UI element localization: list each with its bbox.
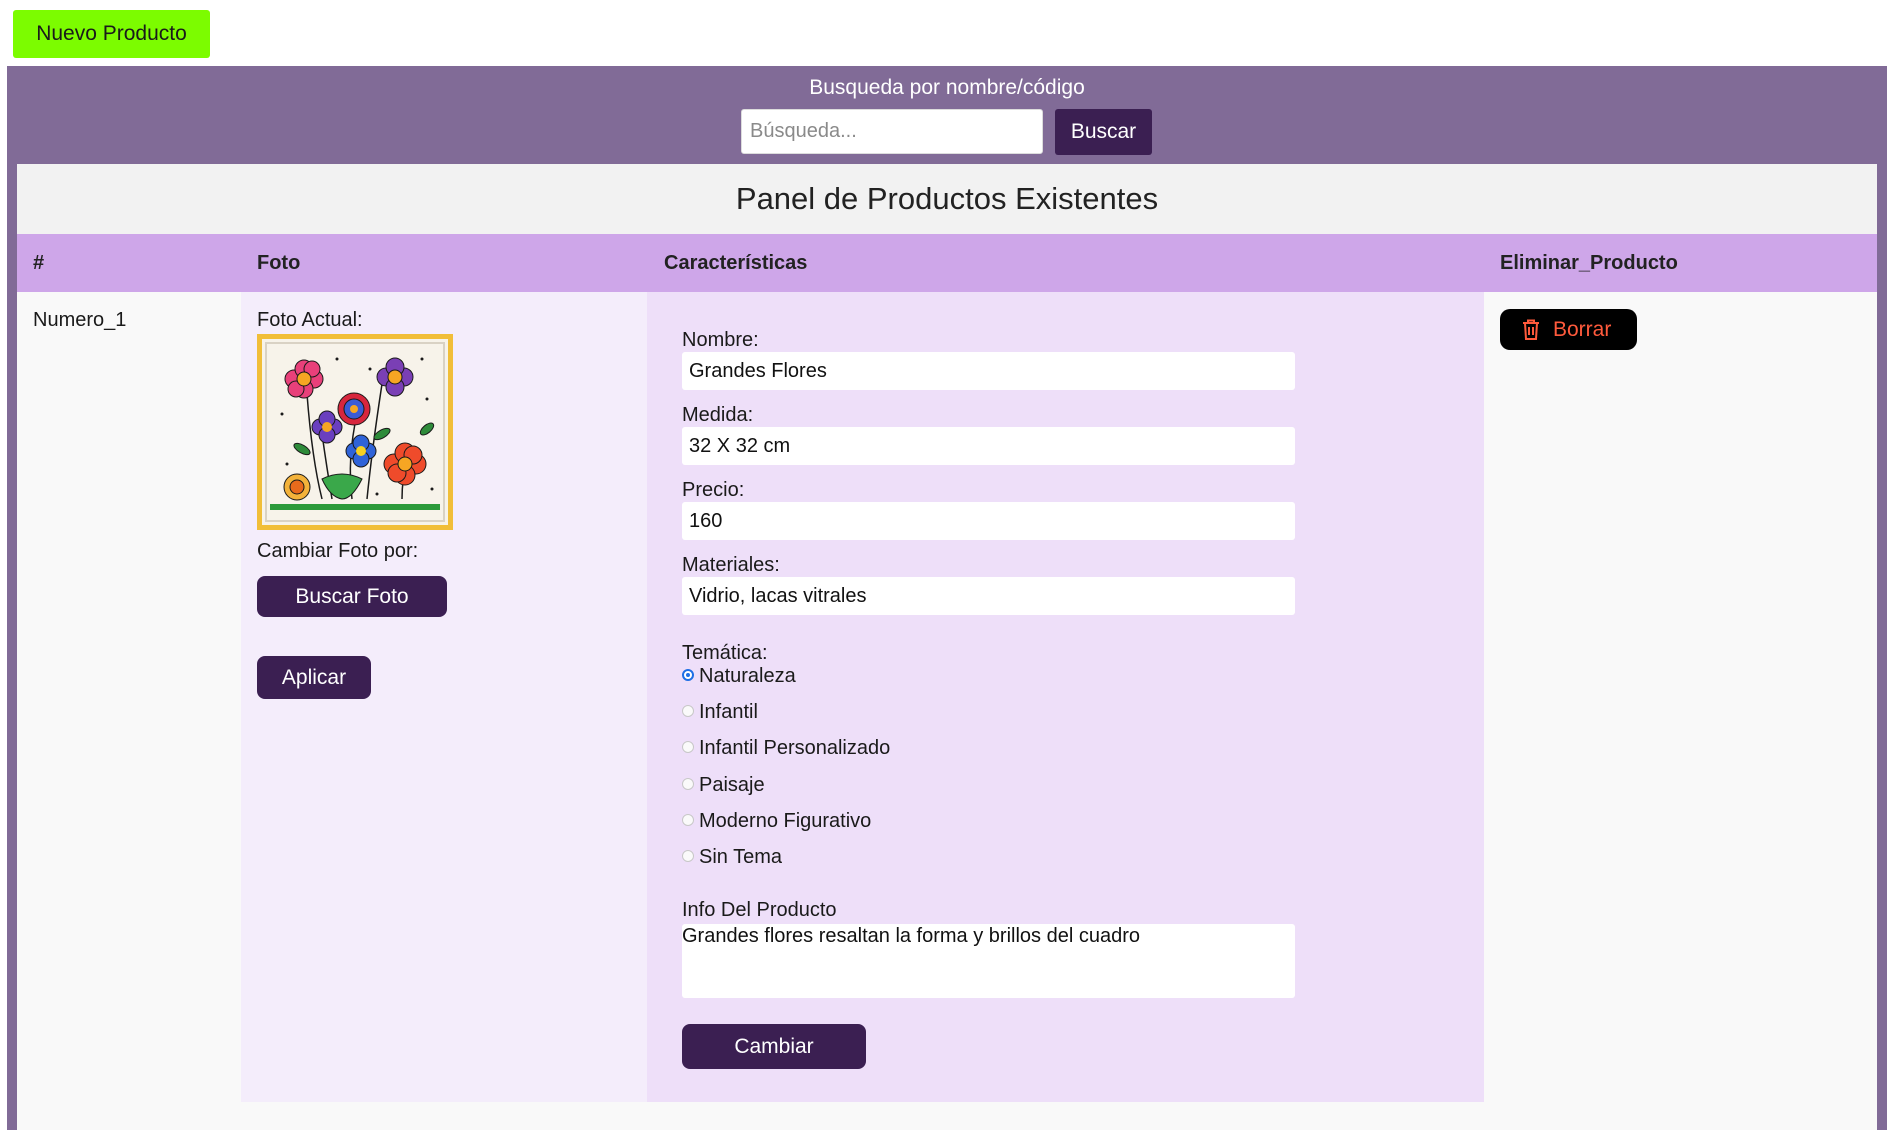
delete-button[interactable]: Borrar bbox=[1500, 309, 1637, 350]
radio-button[interactable] bbox=[682, 814, 694, 826]
change-photo-label: Cambiar Foto por: bbox=[257, 540, 419, 562]
product-photo bbox=[257, 334, 453, 530]
radio-button[interactable] bbox=[682, 778, 694, 790]
radio-button-selected[interactable] bbox=[682, 669, 694, 681]
radio-button[interactable] bbox=[682, 705, 694, 717]
theme-option-label: Infantil Personalizado bbox=[699, 737, 891, 759]
panel-title-bar: Panel de Productos Existentes bbox=[17, 164, 1877, 234]
column-header-number: # bbox=[33, 252, 45, 274]
submit-changes-button[interactable]: Cambiar bbox=[682, 1024, 866, 1069]
current-photo-label: Foto Actual: bbox=[257, 309, 363, 331]
radio-button[interactable] bbox=[682, 741, 694, 753]
radio-button[interactable] bbox=[682, 850, 694, 862]
name-field[interactable] bbox=[682, 352, 1295, 390]
panel-title: Panel de Productos Existentes bbox=[735, 181, 1159, 216]
name-label: Nombre: bbox=[682, 329, 759, 351]
products-panel: Panel de Productos Existentes # Foto Car… bbox=[17, 164, 1877, 1130]
column-header-delete: Eliminar_Producto bbox=[1500, 252, 1678, 274]
flower-painting-thumbnail bbox=[262, 339, 448, 525]
search-input[interactable] bbox=[741, 109, 1043, 154]
table-header: # Foto Características Eliminar_Producto bbox=[17, 234, 1877, 292]
search-label: Busqueda por nombre/código bbox=[809, 76, 1085, 99]
number-cell: Numero_1 bbox=[17, 292, 241, 1130]
materials-field[interactable] bbox=[682, 577, 1295, 615]
column-header-photo: Foto bbox=[257, 252, 301, 274]
theme-option-label: Naturaleza bbox=[699, 665, 796, 687]
browse-photo-button[interactable]: Buscar Foto bbox=[257, 576, 447, 617]
theme-option-label: Moderno Figurativo bbox=[699, 810, 872, 832]
price-field[interactable] bbox=[682, 502, 1295, 540]
photo-cell: Foto Actual: Cambiar Foto por: Buscar Fo… bbox=[241, 292, 647, 1102]
info-textarea[interactable]: Grandes flores resaltan la forma y brill… bbox=[682, 924, 1295, 998]
theme-option-label: Paisaje bbox=[699, 774, 765, 796]
price-label: Precio: bbox=[682, 479, 745, 501]
theme-label: Temática: bbox=[682, 642, 768, 664]
info-label: Info Del Producto bbox=[682, 899, 837, 921]
search-button[interactable]: Buscar bbox=[1055, 109, 1152, 155]
apply-photo-button[interactable]: Aplicar bbox=[257, 656, 371, 699]
theme-option-label: Sin Tema bbox=[699, 846, 783, 868]
materials-label: Materiales: bbox=[682, 554, 780, 576]
size-label: Medida: bbox=[682, 404, 754, 426]
delete-cell: Borrar bbox=[1484, 292, 1877, 1130]
delete-label: Borrar bbox=[1553, 318, 1612, 341]
row-number: Numero_1 bbox=[33, 309, 127, 331]
column-header-features: Características bbox=[664, 252, 808, 274]
new-product-button[interactable]: Nuevo Producto bbox=[13, 10, 210, 58]
trash-icon bbox=[1523, 319, 1539, 340]
features-cell: Nombre: Medida: Precio: Materiales: Temá… bbox=[647, 292, 1484, 1102]
theme-option-label: Infantil bbox=[699, 701, 758, 723]
table-row: Numero_1 Foto Actual: Cambiar Foto por: … bbox=[17, 292, 1877, 1130]
size-field[interactable] bbox=[682, 427, 1295, 465]
